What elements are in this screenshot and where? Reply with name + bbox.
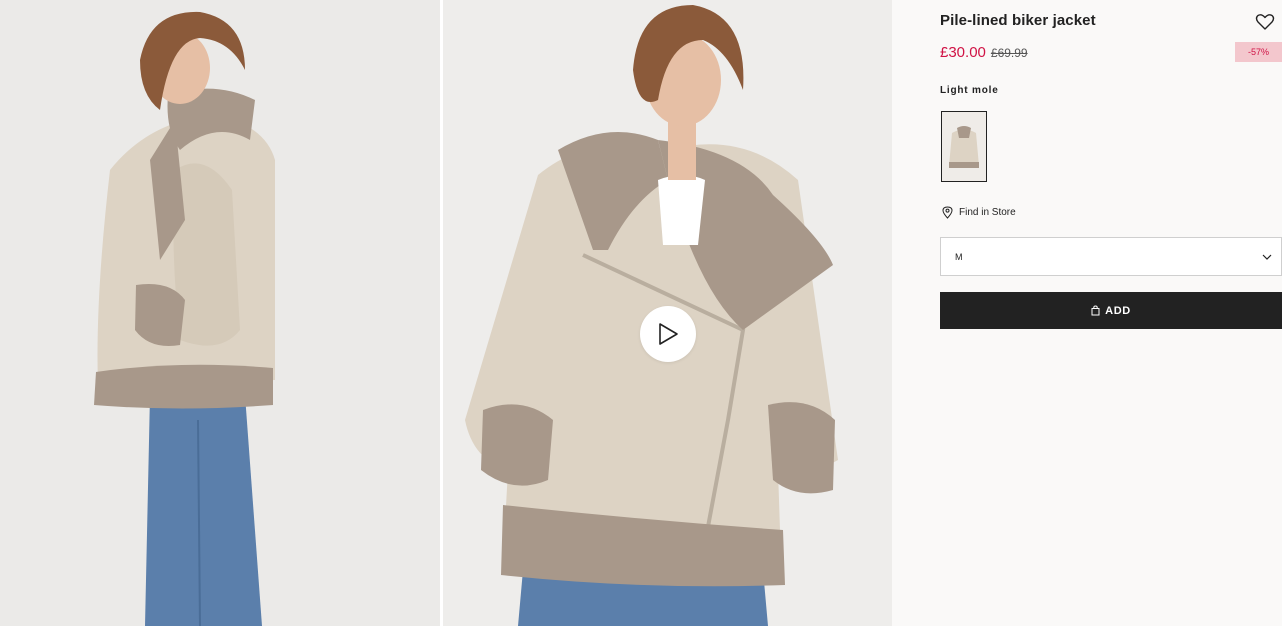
swatch-thumbnail xyxy=(949,125,979,168)
play-icon xyxy=(659,323,678,345)
selected-size: M xyxy=(955,252,963,262)
favourite-button[interactable] xyxy=(1255,12,1275,32)
product-gallery xyxy=(0,0,892,626)
sale-price: £30.00 xyxy=(940,44,986,61)
original-price: £69.99 xyxy=(990,46,1028,60)
play-video-button[interactable] xyxy=(640,306,696,362)
heart-icon xyxy=(1255,14,1275,30)
product-details-panel: Pile-lined biker jacket £30.00 £69.99 -5… xyxy=(892,0,1282,626)
pin-icon xyxy=(942,206,953,219)
bag-icon xyxy=(1091,305,1100,316)
chevron-down-icon xyxy=(1262,254,1272,260)
add-to-bag-button[interactable]: ADD xyxy=(940,292,1282,329)
model-side-illustration xyxy=(0,0,440,626)
add-button-label: ADD xyxy=(1105,304,1131,317)
color-swatch-light-mole[interactable] xyxy=(941,111,987,182)
find-in-store-label: Find in Store xyxy=(959,207,1016,218)
product-image-side[interactable] xyxy=(0,0,440,626)
price-row: £30.00 £69.99 xyxy=(940,44,1028,61)
size-selector[interactable]: M xyxy=(940,237,1282,276)
product-image-front[interactable] xyxy=(443,0,892,626)
discount-badge: -57% xyxy=(1235,42,1282,62)
product-title: Pile-lined biker jacket xyxy=(940,12,1096,29)
color-name: Light mole xyxy=(940,85,999,96)
find-in-store-link[interactable]: Find in Store xyxy=(942,206,1016,219)
